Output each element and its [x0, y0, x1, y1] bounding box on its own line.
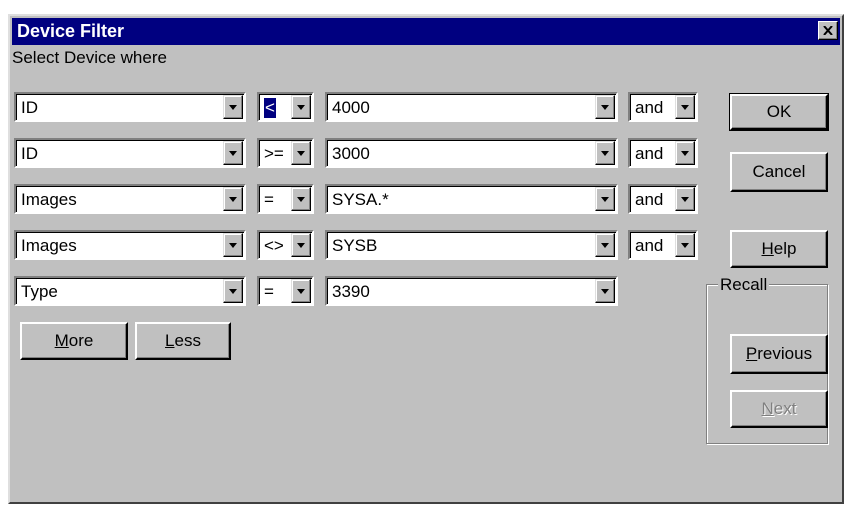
value-text: 3390 — [332, 282, 370, 301]
less-label: ess — [174, 331, 201, 350]
help-mnemonic: H — [761, 239, 774, 258]
value-combo[interactable]: 3000 — [325, 138, 618, 168]
more-button[interactable]: More — [20, 322, 128, 360]
operator-value: = — [264, 282, 274, 301]
less-mnemonic: L — [165, 331, 175, 350]
chevron-down-icon[interactable] — [595, 233, 615, 257]
ok-label: OK — [766, 102, 792, 121]
operator-value: < — [264, 98, 276, 118]
field-value: Images — [21, 190, 77, 209]
chevron-down-icon[interactable] — [675, 233, 695, 257]
conjunction-value: and — [635, 236, 664, 255]
field-combo[interactable]: Images — [14, 184, 246, 214]
field-value: ID — [21, 98, 38, 117]
chevron-down-icon[interactable] — [595, 279, 615, 303]
operator-value: = — [264, 190, 274, 209]
next-label: ext — [773, 399, 797, 418]
chevron-down-icon[interactable] — [595, 141, 615, 165]
operator-combo[interactable]: < — [257, 92, 314, 122]
value-text: 3000 — [332, 144, 370, 163]
value-combo[interactable]: SYSB — [325, 230, 618, 260]
value-text: 4000 — [332, 98, 370, 117]
field-value: ID — [21, 144, 38, 163]
field-combo[interactable]: Type — [14, 276, 246, 306]
chevron-down-icon[interactable] — [675, 187, 695, 211]
cancel-label: Cancel — [752, 162, 806, 181]
select-device-label: Select Device where — [12, 48, 167, 67]
close-button[interactable] — [818, 21, 838, 40]
chevron-down-icon[interactable] — [223, 95, 243, 119]
field-combo[interactable]: ID — [14, 138, 246, 168]
previous-button[interactable]: Previous — [730, 334, 828, 374]
previous-label: revious — [757, 344, 813, 363]
previous-mnemonic: P — [745, 344, 758, 363]
conjunction-value: and — [635, 98, 664, 117]
conjunction-value: and — [635, 144, 664, 163]
chevron-down-icon[interactable] — [291, 233, 311, 257]
conjunction-value: and — [635, 190, 664, 209]
recall-label: Recall — [718, 275, 770, 295]
dialog-title: Device Filter — [17, 21, 125, 41]
field-value: Images — [21, 236, 77, 255]
conjunction-combo[interactable]: and — [628, 184, 698, 214]
field-value: Type — [21, 282, 58, 301]
close-icon — [823, 26, 833, 35]
conjunction-combo[interactable]: and — [628, 92, 698, 122]
ok-button[interactable]: OK — [729, 93, 829, 131]
chevron-down-icon[interactable] — [291, 141, 311, 165]
field-combo[interactable]: Images — [14, 230, 246, 260]
conjunction-combo[interactable]: and — [628, 230, 698, 260]
chevron-down-icon[interactable] — [223, 233, 243, 257]
chevron-down-icon[interactable] — [223, 141, 243, 165]
chevron-down-icon[interactable] — [223, 279, 243, 303]
operator-combo[interactable]: <> — [257, 230, 314, 260]
conjunction-combo[interactable]: and — [628, 138, 698, 168]
chevron-down-icon[interactable] — [291, 279, 311, 303]
chevron-down-icon[interactable] — [675, 95, 695, 119]
operator-value: >= — [264, 144, 284, 163]
chevron-down-icon[interactable] — [223, 187, 243, 211]
more-label: ore — [68, 331, 94, 350]
less-button[interactable]: Less — [135, 322, 231, 360]
chevron-down-icon[interactable] — [595, 187, 615, 211]
value-combo[interactable]: SYSA.* — [325, 184, 618, 214]
operator-value: <> — [264, 236, 284, 255]
value-text: SYSB — [332, 236, 378, 255]
help-button[interactable]: Help — [730, 230, 828, 268]
chevron-down-icon[interactable] — [595, 95, 615, 119]
help-label: elp — [773, 239, 797, 258]
chevron-down-icon[interactable] — [291, 187, 311, 211]
value-text: SYSA.* — [332, 190, 389, 209]
cancel-button[interactable]: Cancel — [730, 152, 828, 192]
value-combo[interactable]: 3390 — [325, 276, 618, 306]
more-mnemonic: M — [54, 331, 69, 350]
chevron-down-icon[interactable] — [675, 141, 695, 165]
title-bar: Device Filter — [12, 18, 840, 45]
next-button[interactable]: Next — [730, 390, 828, 428]
next-mnemonic: N — [761, 399, 774, 418]
field-combo[interactable]: ID — [14, 92, 246, 122]
value-combo[interactable]: 4000 — [325, 92, 618, 122]
chevron-down-icon[interactable] — [291, 95, 311, 119]
operator-combo[interactable]: = — [257, 276, 314, 306]
operator-combo[interactable]: >= — [257, 138, 314, 168]
operator-combo[interactable]: = — [257, 184, 314, 214]
